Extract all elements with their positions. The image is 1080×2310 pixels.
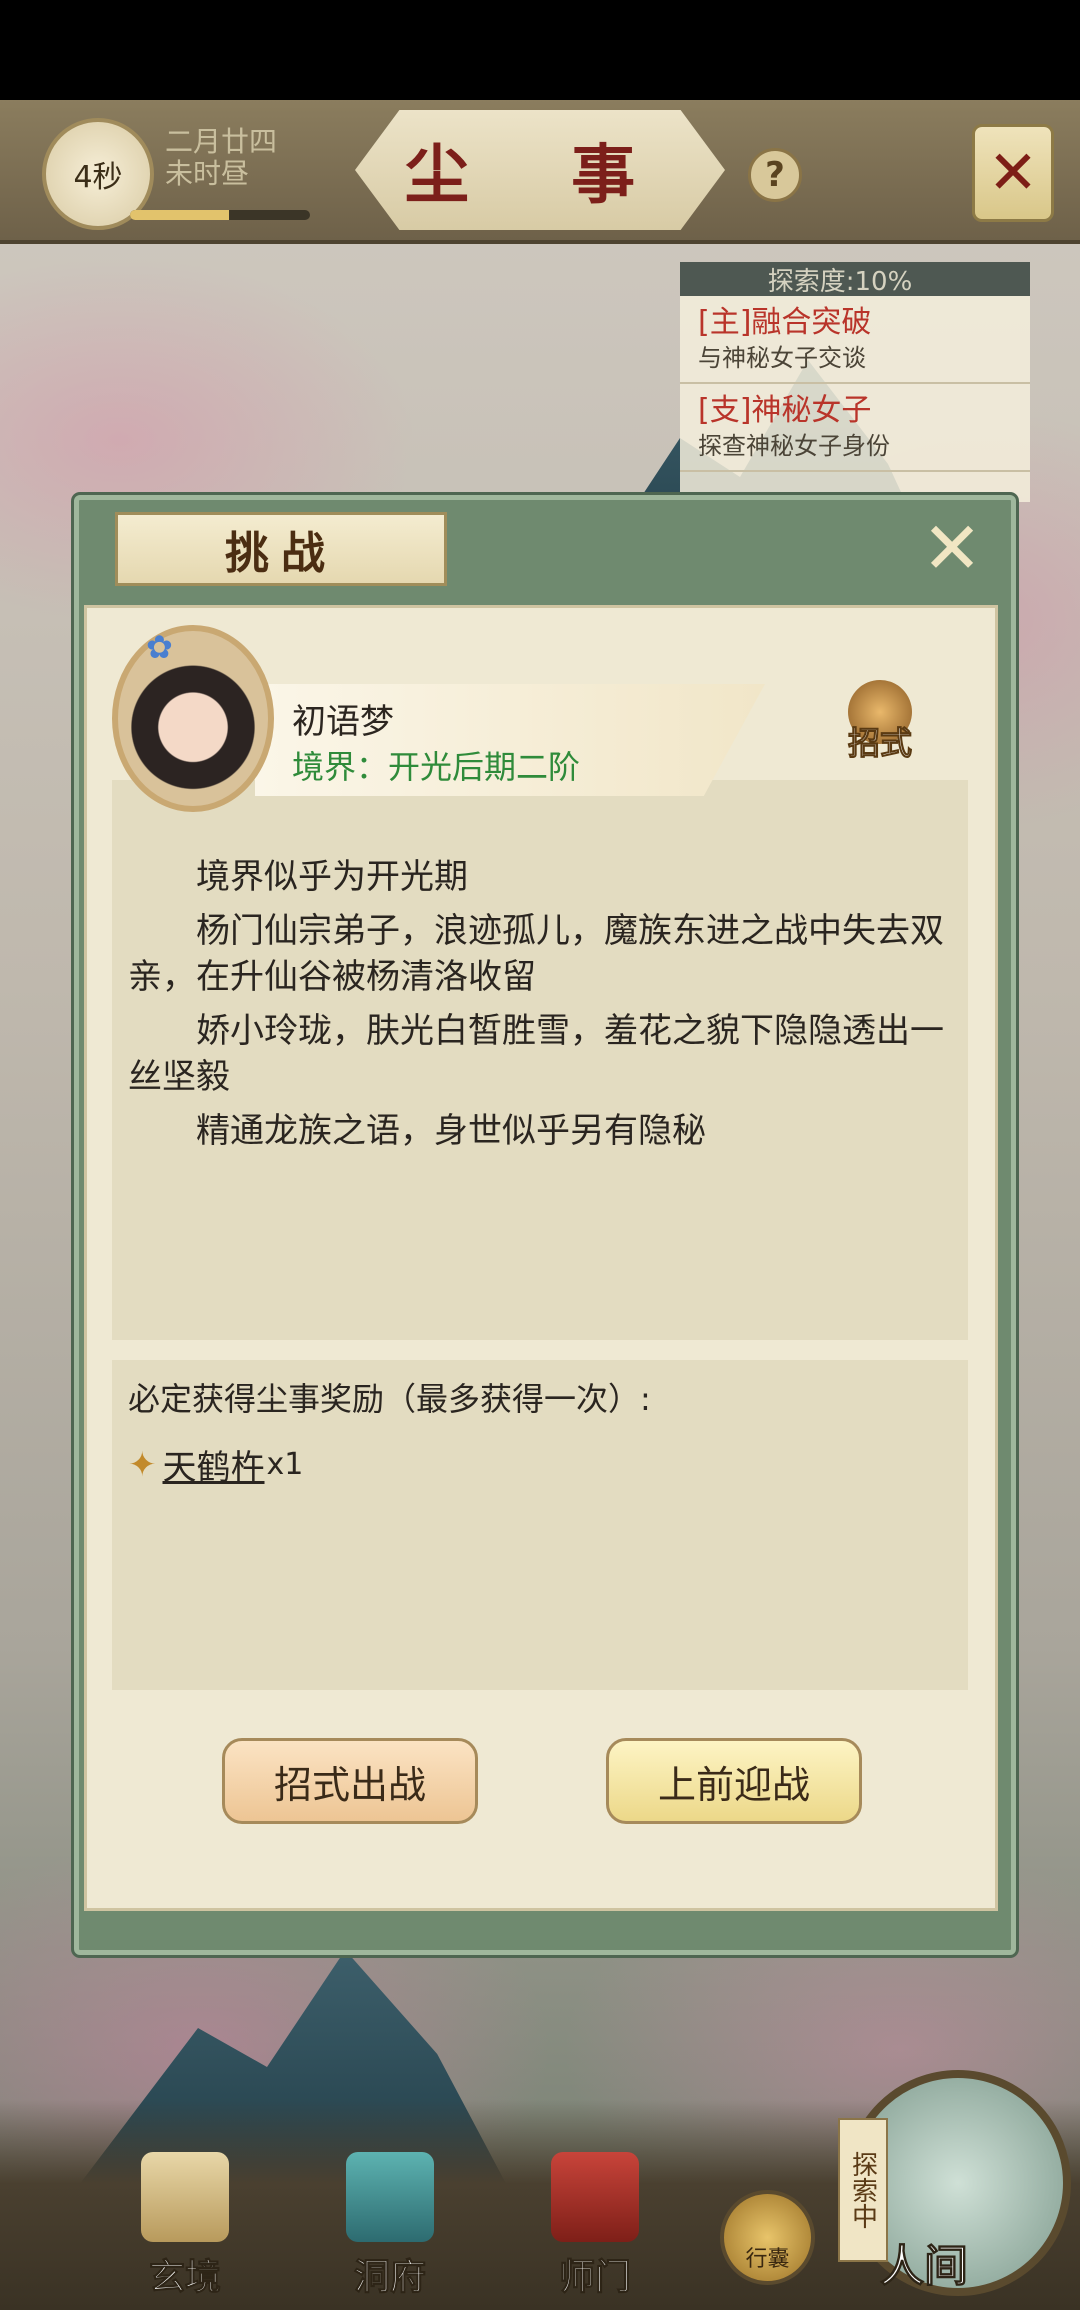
- quest-title: [支]神秘女子: [698, 393, 872, 428]
- time-progress-fill: [130, 210, 229, 220]
- renjian-label: 人间: [880, 2241, 969, 2293]
- character-name: 初语梦: [292, 702, 394, 742]
- hairpin-icon: ✿: [146, 628, 173, 666]
- quest-item-side[interactable]: [支]神秘女子 探查神秘女子身份: [680, 384, 1030, 472]
- reward-item[interactable]: ✦ 天鹤杵 x1: [128, 1440, 952, 1489]
- quest-subtitle: 与神秘女子交谈: [698, 344, 866, 372]
- bag-button[interactable]: 行囊: [720, 2190, 815, 2285]
- reward-title: 必定获得尘事奖励（最多获得一次）:: [128, 1380, 651, 1418]
- page-title: 尘 事: [355, 110, 725, 230]
- scroll-icon: [141, 2152, 229, 2242]
- date-line1: 二月廿四: [165, 125, 278, 158]
- character-avatar: [112, 625, 274, 812]
- fight-button[interactable]: 上前迎战: [606, 1738, 862, 1824]
- game-date: 二月廿四 未时昼: [165, 126, 277, 190]
- description-line: 娇小玲珑，肤光白皙胜雪，羞花之貌下隐隐透出一丝坚毅: [128, 1011, 944, 1097]
- nav-item-shimen[interactable]: 师门: [530, 2150, 660, 2300]
- reward-item-name[interactable]: 天鹤杵: [163, 1440, 265, 1489]
- nav-label: 师门: [558, 2256, 631, 2299]
- top-close-button[interactable]: ✕: [972, 124, 1054, 222]
- help-button[interactable]: ?: [748, 148, 802, 202]
- time-progress-bar: [130, 210, 310, 220]
- reward-section: 必定获得尘事奖励（最多获得一次）: ✦ 天鹤杵 x1: [112, 1360, 968, 1690]
- description-line: 精通龙族之语，身世似乎另有隐秘: [196, 1111, 706, 1151]
- pavilion-icon: [346, 2152, 434, 2242]
- reward-item-qty: x1: [266, 1447, 304, 1482]
- quest-panel[interactable]: 探索度:10% [主]融合突破 与神秘女子交谈 [支]神秘女子 探查神秘女子身份: [680, 262, 1030, 502]
- description-line: 杨门仙宗弟子，浪迹孤儿，魔族东进之战中失去双亲，在升仙谷被杨清洛收留: [128, 911, 944, 997]
- nav-label: 玄境: [148, 2256, 221, 2299]
- staff-icon: ✦: [128, 1444, 157, 1485]
- quest-item-main[interactable]: [主]融合突破 与神秘女子交谈: [680, 296, 1030, 384]
- moves-battle-button[interactable]: 招式出战: [222, 1738, 478, 1824]
- description-line: 境界似乎为开光期: [196, 857, 468, 897]
- explore-progress-label: 探索度:10%: [680, 262, 1030, 297]
- quest-title: [主]融合突破: [698, 305, 872, 340]
- moves-button[interactable]: 招式: [840, 680, 920, 764]
- quest-subtitle: 探查神秘女子身份: [698, 432, 890, 460]
- nav-label: 洞府: [353, 2256, 426, 2299]
- nav-item-dongfu[interactable]: 洞府: [325, 2150, 455, 2300]
- date-line2: 未时昼: [165, 157, 250, 190]
- banner-icon: [551, 2152, 639, 2242]
- character-realm: 境界：开光后期二阶: [292, 748, 581, 786]
- character-description: 境界似乎为开光期 杨门仙宗弟子，浪迹孤儿，魔族东进之战中失去双亲，在升仙谷被杨清…: [112, 780, 968, 1340]
- dialog-title: 挑战: [115, 512, 447, 586]
- moves-label: 招式: [847, 724, 912, 763]
- dialog-close-button[interactable]: ✕: [916, 506, 988, 590]
- nav-item-xuanjing[interactable]: 玄境: [120, 2150, 250, 2300]
